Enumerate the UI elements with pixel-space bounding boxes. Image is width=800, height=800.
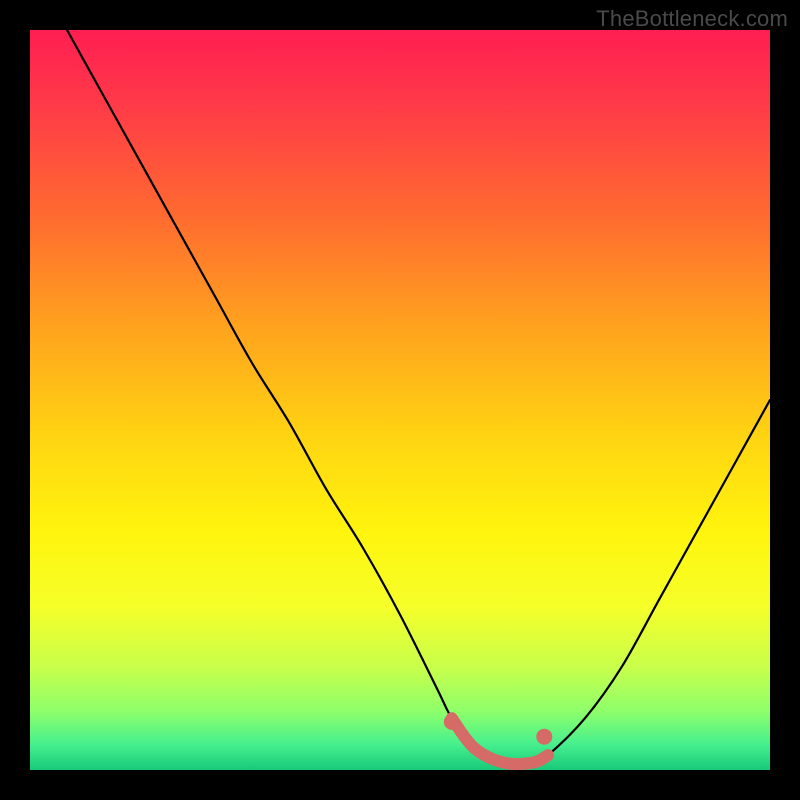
chart-frame: TheBottleneck.com — [0, 0, 800, 800]
bottleneck-plot — [30, 30, 770, 770]
plot-svg — [30, 30, 770, 770]
gradient-background — [30, 30, 770, 770]
watermark-text: TheBottleneck.com — [596, 6, 788, 32]
marker-dot — [444, 714, 460, 730]
marker-dot — [536, 729, 552, 745]
